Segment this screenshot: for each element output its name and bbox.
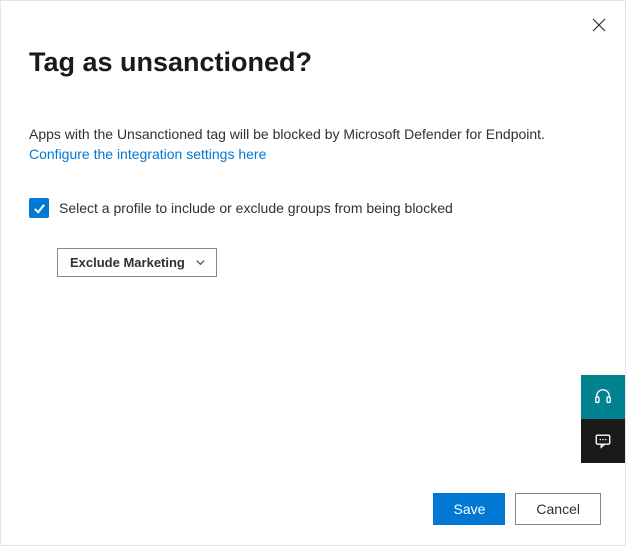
feedback-icon [594, 432, 612, 450]
floating-actions [581, 375, 625, 463]
dialog-description: Apps with the Unsanctioned tag will be b… [29, 124, 597, 144]
support-button[interactable] [581, 375, 625, 419]
close-button[interactable] [587, 13, 611, 37]
profile-dropdown[interactable]: Exclude Marketing [57, 248, 217, 277]
profile-checkbox-label: Select a profile to include or exclude g… [59, 200, 453, 216]
profile-checkbox-row: Select a profile to include or exclude g… [29, 198, 597, 218]
configure-integration-link[interactable]: Configure the integration settings here [29, 146, 266, 162]
cancel-button[interactable]: Cancel [515, 493, 601, 525]
profile-checkbox[interactable] [29, 198, 49, 218]
dialog-title: Tag as unsanctioned? [29, 47, 597, 78]
feedback-button[interactable] [581, 419, 625, 463]
headset-icon [594, 388, 612, 406]
save-button[interactable]: Save [433, 493, 505, 525]
tag-unsanctioned-dialog: Tag as unsanctioned? Apps with the Unsan… [1, 1, 625, 545]
checkmark-icon [33, 202, 46, 215]
close-icon [592, 18, 606, 32]
chevron-down-icon [195, 257, 206, 268]
dialog-footer: Save Cancel [433, 493, 601, 525]
profile-dropdown-value: Exclude Marketing [70, 255, 185, 270]
